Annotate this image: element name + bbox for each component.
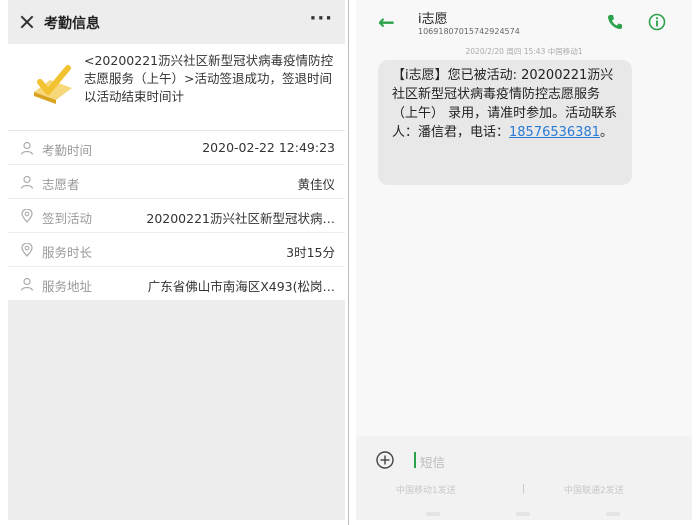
info-value: 黄佳仪	[297, 177, 335, 192]
attendance-panel: 考勤信息 ··· <20200221沥兴社区新型冠状病毒疫情防控志愿服务（上午）…	[8, 0, 345, 520]
nav-bar-mark	[606, 512, 620, 516]
notice-text: <20200221沥兴社区新型冠状病毒疫情防控志愿服务（上午）>活动签退成功，签…	[84, 53, 334, 104]
info-value: 2020-02-22 12:49:23	[202, 140, 335, 155]
person-icon	[20, 277, 34, 291]
contact-name: i志愿	[418, 12, 448, 27]
message-tail: 。	[600, 125, 614, 140]
info-row-volunteer: 志愿者 黄佳仪	[8, 165, 345, 199]
location-pin-icon	[21, 243, 33, 257]
phone-link[interactable]: 18576536381	[509, 125, 600, 140]
info-label: 志愿者	[42, 177, 80, 192]
person-icon	[20, 175, 34, 189]
sms-header: ← i志愿 1069180701574292457​4	[356, 0, 692, 44]
message-bubble: 【i志愿】您已被活动: 20200221沥兴社区新型冠状病毒疫情防控志愿服务（上…	[378, 60, 632, 185]
info-value: 3时15分	[286, 245, 335, 260]
attendance-info-list: 考勤时间 2020-02-22 12:49:23 志愿者 黄佳仪 签到活动 20…	[8, 131, 345, 301]
phone-icon[interactable]	[606, 13, 624, 31]
info-icon[interactable]	[648, 13, 666, 31]
back-arrow-icon[interactable]: ←	[378, 12, 395, 32]
send-sim1-button[interactable]: 中国移动1发送	[396, 483, 456, 496]
send-sim2-button[interactable]: 中国联通2发送	[564, 483, 624, 496]
info-row-address: 服务地址 广东省佛山市南海区X493(松岗…	[8, 267, 345, 301]
info-row-time: 考勤时间 2020-02-22 12:49:23	[8, 131, 345, 165]
info-label: 签到活动	[42, 211, 93, 226]
checkout-notice: <20200221沥兴社区新型冠状病毒疫情防控志愿服务（上午）>活动签退成功，签…	[8, 44, 345, 131]
success-check-icon	[34, 65, 72, 104]
sms-panel: ← i志愿 1069180701574292457​4 2020/2/20 周四…	[356, 0, 692, 520]
nav-bar-mark	[426, 512, 440, 516]
more-options-icon[interactable]: ···	[309, 8, 333, 29]
info-label: 考勤时间	[42, 143, 93, 158]
attendance-header: 考勤信息 ···	[8, 0, 345, 44]
info-row-activity: 签到活动 20200221沥兴社区新型冠状病…	[8, 199, 345, 233]
compose-area: 短信 中国移动1发送 中国联通2发送	[356, 436, 692, 520]
message-text: 【i志愿】您已被活动: 20200221沥兴社区新型冠状病毒疫情防控志愿服务（上…	[392, 66, 624, 142]
sim-divider	[523, 484, 524, 494]
person-icon	[20, 141, 34, 155]
message-input[interactable]: 短信	[420, 452, 445, 471]
message-timestamp: 2020/2/20 周四 15:43 中国移动1	[465, 47, 583, 56]
info-label: 服务时长	[42, 245, 93, 260]
contact-number: 1069180701574292457​4	[418, 27, 520, 36]
info-value: 20200221沥兴社区新型冠状病…	[146, 211, 335, 226]
text-cursor	[414, 452, 416, 468]
nav-bar-mark	[516, 512, 530, 516]
add-attachment-icon[interactable]	[376, 451, 394, 469]
info-label: 服务地址	[42, 279, 93, 294]
page-title: 考勤信息	[44, 16, 100, 32]
info-value: 广东省佛山市南海区X493(松岗…	[147, 279, 335, 294]
close-icon[interactable]	[20, 15, 34, 29]
location-pin-icon	[21, 209, 33, 223]
info-row-duration: 服务时长 3时15分	[8, 233, 345, 267]
panel-divider	[348, 0, 349, 525]
